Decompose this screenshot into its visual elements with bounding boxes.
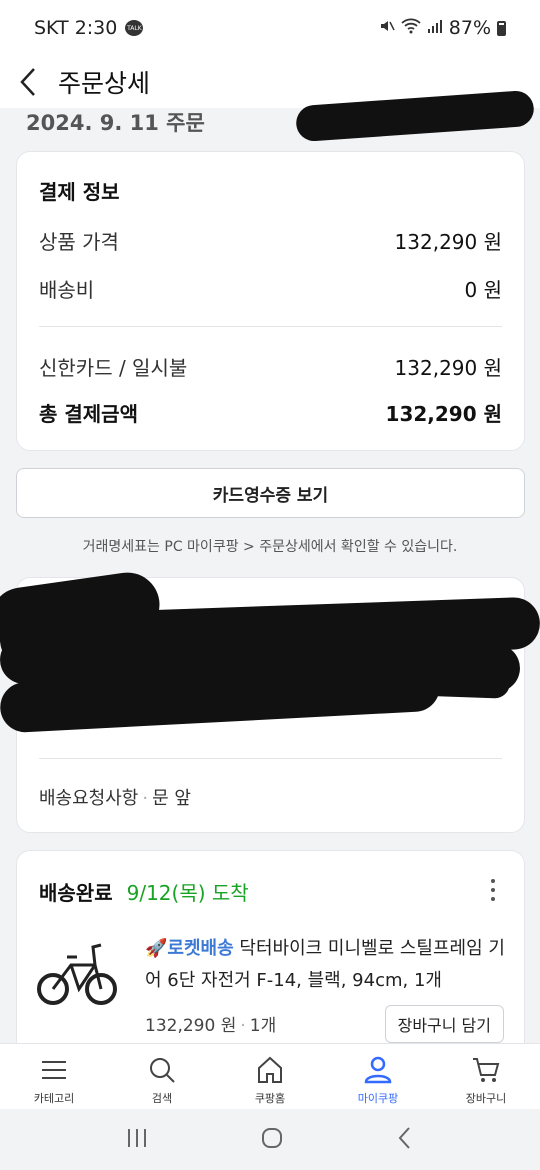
- payment-info-title: 결제 정보: [39, 180, 120, 204]
- card-receipt-button[interactable]: 카드영수증 보기: [16, 468, 525, 518]
- recent-apps-icon: [128, 1128, 147, 1147]
- arrival-date: 9/12(목) 도착: [126, 881, 249, 905]
- delivery-request-label: 배송요청사항: [39, 788, 139, 809]
- row-label: 신한카드 / 일시불: [39, 356, 188, 380]
- nav-cart[interactable]: 장바구니: [432, 1044, 540, 1109]
- battery-percent: 87%: [448, 17, 491, 39]
- row-value: 0 원: [464, 278, 502, 302]
- cart-icon: [473, 1058, 500, 1082]
- statement-notice: 거래명세표는 PC 마이쿠팡 > 주문상세에서 확인할 수 있습니다.: [82, 539, 458, 555]
- product-quantity: 1개: [249, 1016, 277, 1036]
- nav-home[interactable]: 쿠팡홈: [216, 1044, 324, 1109]
- row-value: 132,290 원: [394, 356, 502, 380]
- delivery-request-value: 문 앞: [152, 788, 191, 809]
- mute-icon: [379, 18, 395, 38]
- signal-icon: [427, 18, 443, 38]
- person-icon: [364, 1056, 392, 1084]
- system-back-button[interactable]: [395, 1126, 415, 1154]
- kakaotalk-notification-icon: TALK: [125, 20, 144, 36]
- row-value: 132,290 원: [394, 230, 502, 254]
- row-label: 상품 가격: [39, 230, 119, 254]
- recent-apps-button[interactable]: [125, 1127, 149, 1153]
- delivery-request: 배송요청사항 · 문 앞: [39, 788, 191, 809]
- bottom-navigation: 카테고리 검색 쿠팡홈 마이쿠팡 장바구니: [0, 1043, 540, 1109]
- menu-icon: [42, 1061, 66, 1079]
- chevron-left-icon: [20, 68, 35, 96]
- more-options-button[interactable]: [488, 879, 498, 901]
- bicycle-icon: [37, 943, 117, 1005]
- carrier-time: SKT 2:30: [34, 17, 118, 39]
- delivery-header: 배송완료 9/12(목) 도착: [39, 877, 249, 906]
- home-button[interactable]: [260, 1126, 284, 1154]
- battery-icon: [497, 20, 506, 36]
- payment-info-card: 결제 정보 상품 가격 132,290 원 배송비 0 원 신한카드 / 일시불…: [16, 151, 525, 451]
- delivery-status: 배송완료: [39, 881, 113, 905]
- nav-search[interactable]: 검색: [108, 1044, 216, 1109]
- product-thumbnail[interactable]: [37, 929, 123, 1015]
- divider: [39, 326, 502, 327]
- page-title: 주문상세: [58, 69, 151, 98]
- nav-label: 검색: [151, 1092, 173, 1105]
- back-arrow-icon: [398, 1126, 410, 1149]
- nav-label: 카테고리: [33, 1092, 75, 1105]
- home-icon: [258, 1056, 282, 1083]
- back-button[interactable]: [18, 65, 48, 99]
- search-icon: [150, 1058, 175, 1083]
- product-price: 132,290 원: [145, 1016, 237, 1036]
- total-value: 132,290 원: [385, 402, 502, 426]
- shipping-fee-row: 배송비 0 원: [39, 274, 502, 303]
- status-bar: SKT 2:30 TALK 87%: [0, 0, 540, 56]
- nav-label: 장바구니: [465, 1092, 507, 1105]
- nav-label: 마이쿠팡: [357, 1092, 399, 1105]
- nav-category[interactable]: 카테고리: [0, 1044, 108, 1109]
- price-quantity: 132,290 원 · 1개: [145, 1016, 277, 1036]
- order-date: 2024. 9. 11 주문: [26, 111, 205, 135]
- total-label: 총 결제금액: [39, 402, 138, 426]
- nav-label: 쿠팡홈: [254, 1092, 286, 1105]
- nav-my-coupang[interactable]: 마이쿠팡: [324, 1044, 432, 1109]
- wifi-icon: [401, 18, 421, 38]
- product-price-row: 상품 가격 132,290 원: [39, 226, 502, 255]
- home-circle-icon: [261, 1127, 282, 1148]
- rocket-delivery-badge: 로켓배송: [167, 938, 234, 959]
- card-payment-row: 신한카드 / 일시불 132,290 원: [39, 352, 502, 381]
- total-payment-row: 총 결제금액 132,290 원: [39, 398, 502, 427]
- divider: [39, 758, 502, 759]
- product-name[interactable]: 🚀로켓배송 닥터바이크 미니벨로 스틸프레임 기어 6단 자전거 F-14, 블…: [145, 933, 505, 997]
- system-navigation: [0, 1109, 540, 1170]
- rocket-icon: 🚀: [145, 938, 168, 959]
- row-label: 배송비: [39, 278, 95, 302]
- add-to-cart-button[interactable]: 장바구니 담기: [384, 1005, 504, 1043]
